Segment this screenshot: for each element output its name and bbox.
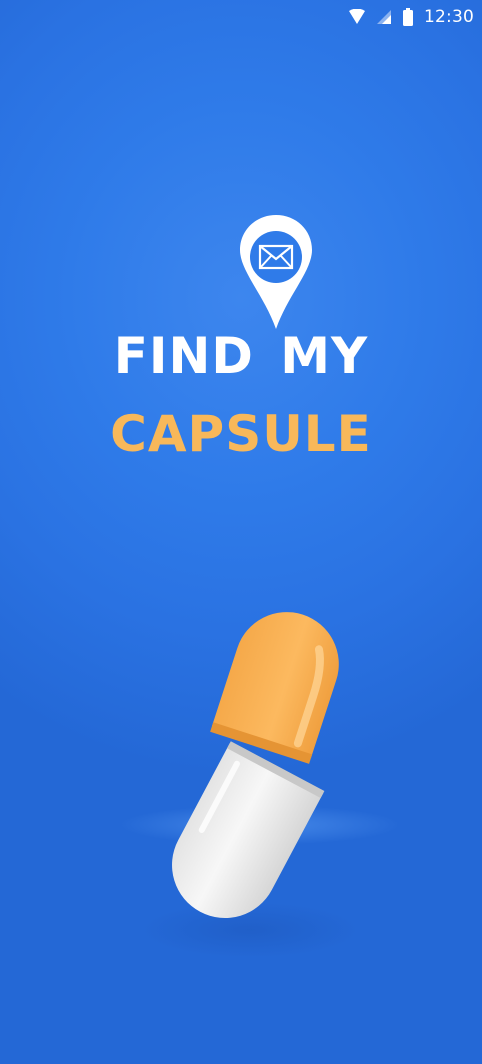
battery-icon <box>402 7 414 27</box>
splash-screen: 12:30 FIND MY CAPSULE <box>0 0 482 1064</box>
wifi-icon <box>348 9 366 25</box>
app-title-line2: CAPSULE <box>110 405 372 463</box>
status-time: 12:30 <box>424 7 474 27</box>
status-bar: 12:30 <box>322 0 482 34</box>
capsule-pill-icon <box>110 595 410 965</box>
location-pin-mail-icon <box>236 211 316 333</box>
cellular-signal-icon <box>376 9 392 25</box>
app-title-line1: FIND MY <box>113 327 369 385</box>
